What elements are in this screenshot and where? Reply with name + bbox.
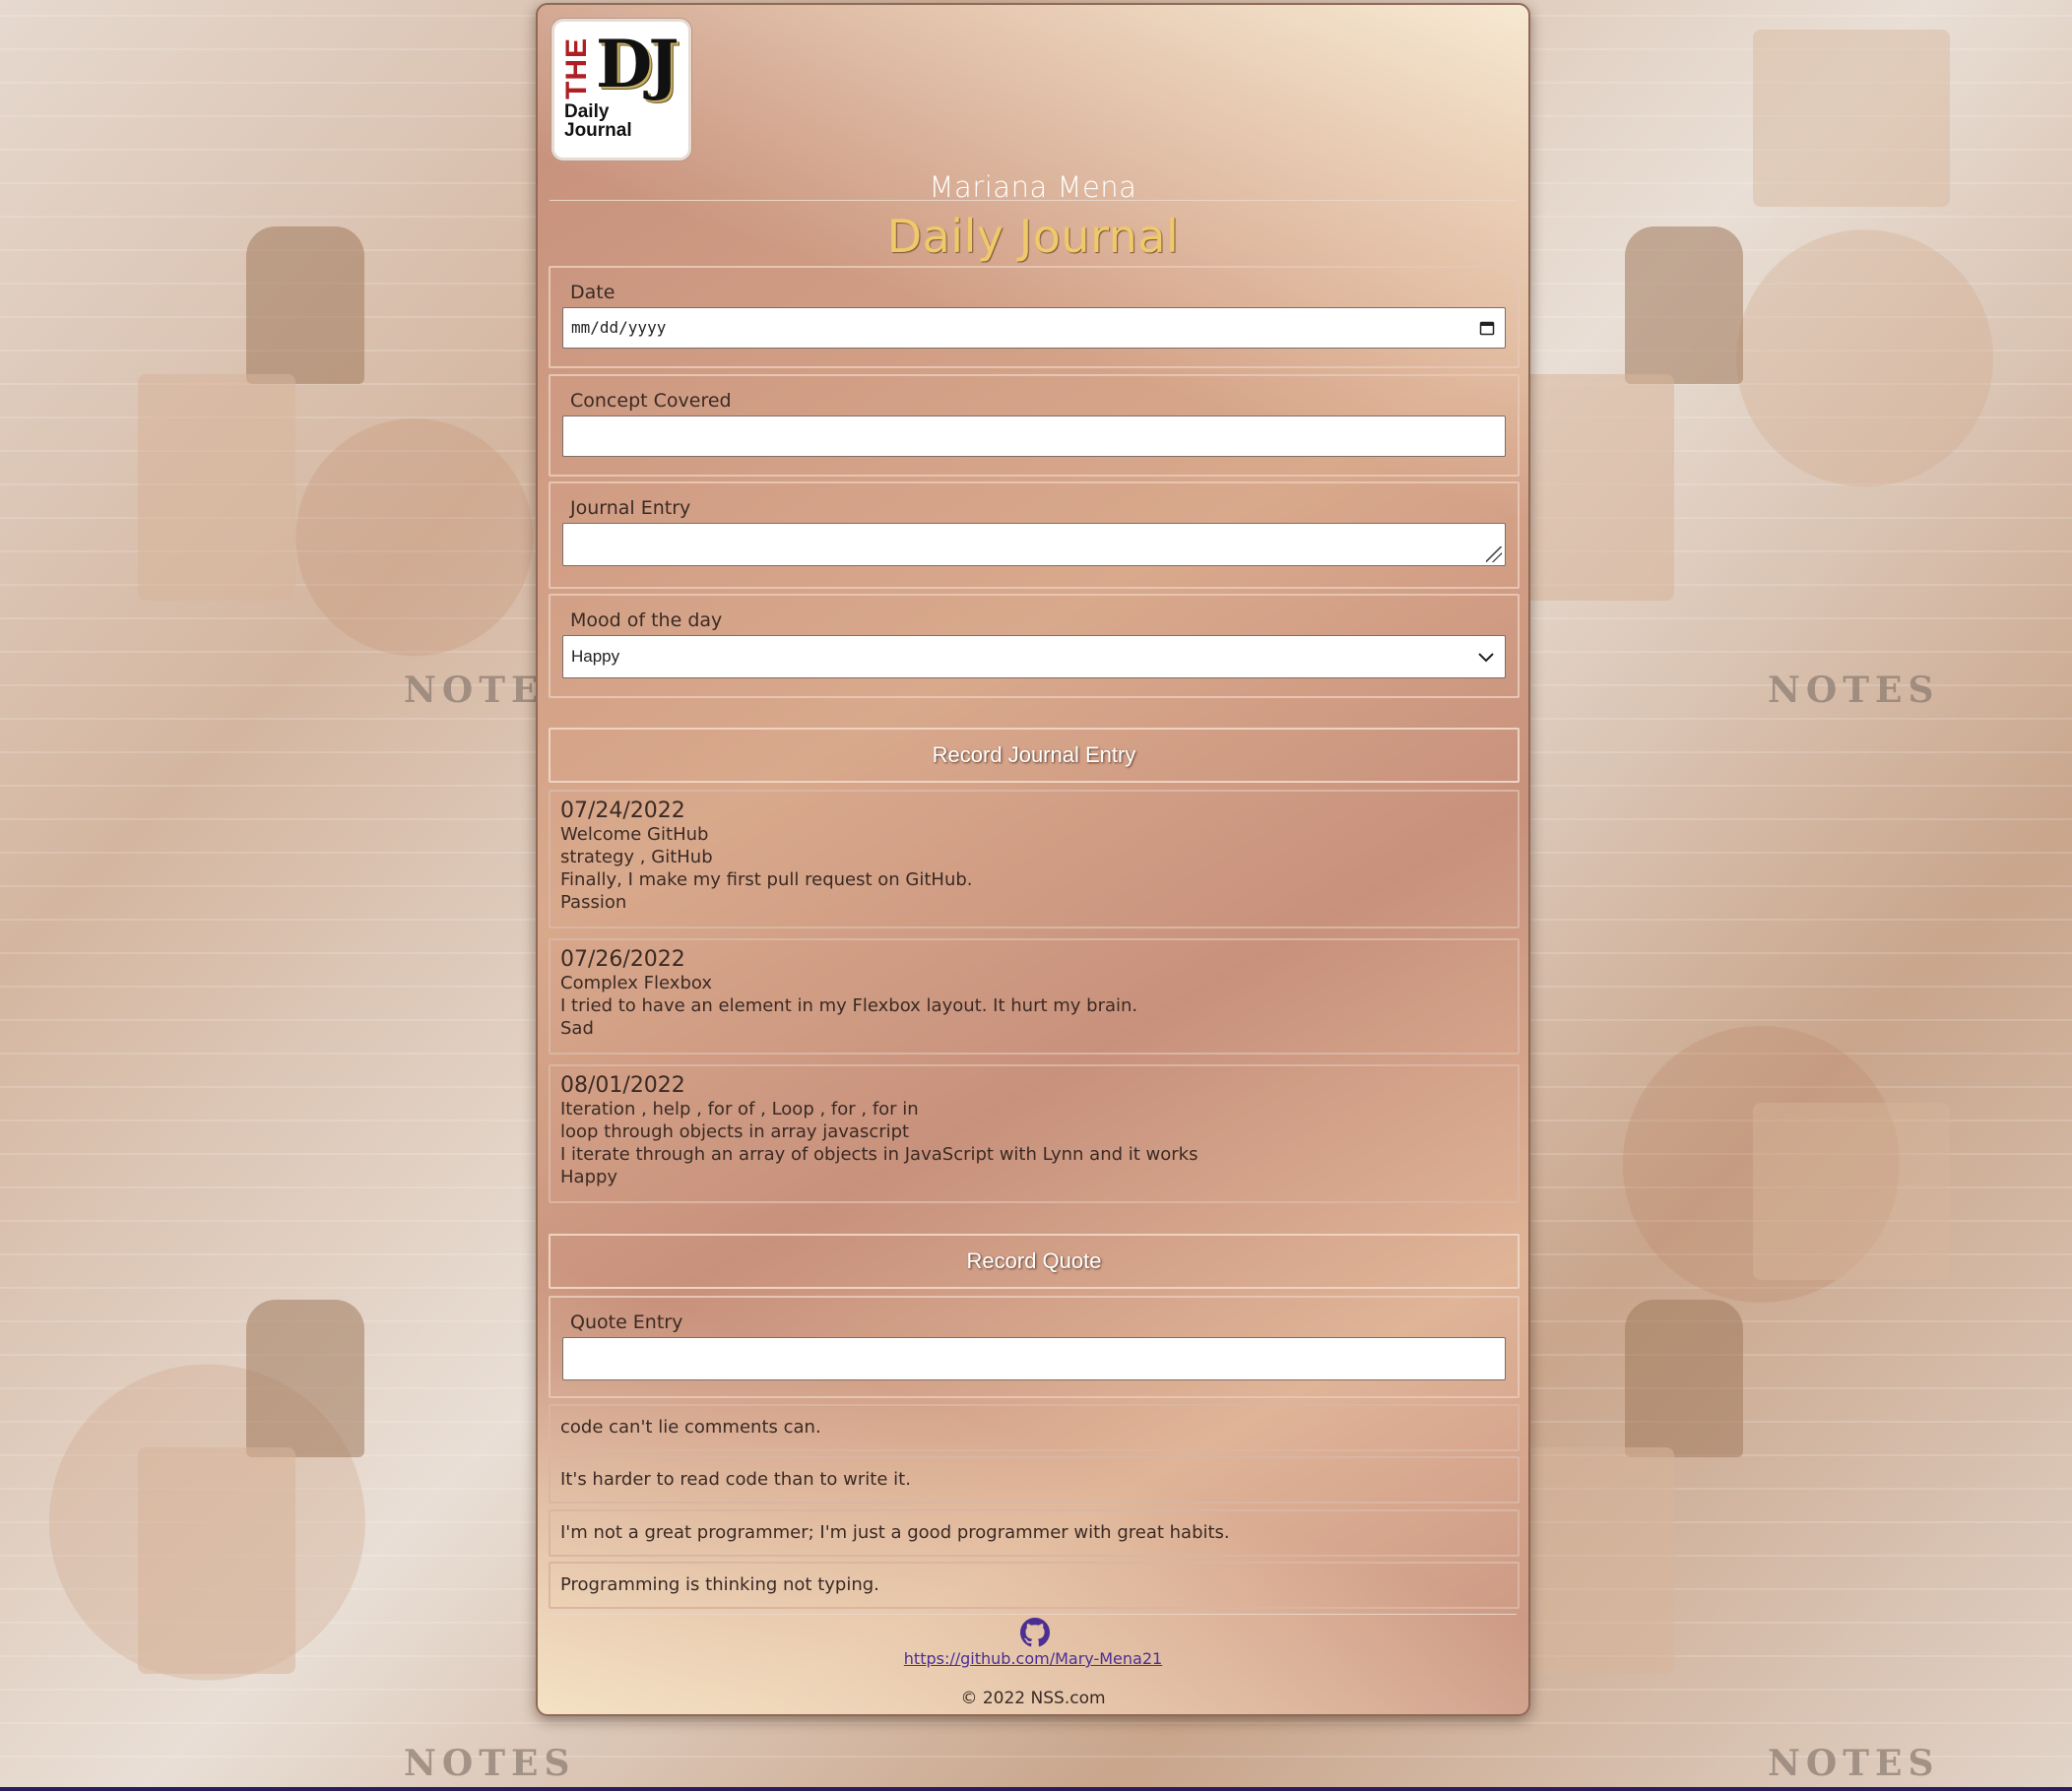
entry-date: 07/26/2022 bbox=[560, 947, 685, 972]
copyright-text: © 2022 NSS.com bbox=[960, 1689, 1106, 1708]
concept-label: Concept Covered bbox=[570, 390, 732, 412]
record-quote-button[interactable]: Record Quote bbox=[549, 1234, 1520, 1289]
quote-item: I'm not a great programmer; I'm just a g… bbox=[549, 1509, 1520, 1557]
background-clip-decoration bbox=[246, 226, 364, 384]
quote-input[interactable] bbox=[562, 1337, 1506, 1380]
github-icon[interactable] bbox=[1020, 1618, 1050, 1647]
date-placeholder: mm/dd/yyyy bbox=[571, 318, 667, 337]
background-envelope-decoration bbox=[1753, 1103, 1950, 1280]
background-paper-decoration bbox=[1517, 1447, 1674, 1674]
logo-subtitle: Daily Journal bbox=[564, 102, 632, 140]
calendar-icon[interactable] bbox=[1479, 308, 1495, 348]
daily-journal-logo: THE DJ Daily Journal bbox=[551, 19, 691, 160]
background-notes-decoration: NOTES bbox=[1768, 670, 1940, 711]
github-link[interactable]: https://github.com/Mary-Mena21 bbox=[538, 1649, 1528, 1668]
date-fieldset: Date mm/dd/yyyy bbox=[549, 266, 1520, 368]
entry-line: loop through objects in array javascript bbox=[560, 1121, 910, 1142]
concept-fieldset: Concept Covered bbox=[549, 374, 1520, 477]
record-journal-entry-button[interactable]: Record Journal Entry bbox=[549, 728, 1520, 783]
mood-label: Mood of the day bbox=[570, 609, 723, 631]
entry-line: Complex Flexbox bbox=[560, 973, 712, 993]
entry-line: Iteration , help , for of , Loop , for ,… bbox=[560, 1099, 919, 1119]
logo-the-text: THE bbox=[560, 37, 593, 99]
background-envelope-decoration bbox=[1753, 30, 1950, 207]
quote-item: code can't lie comments can. bbox=[549, 1404, 1520, 1451]
quote-fieldset: Quote Entry bbox=[549, 1296, 1520, 1398]
entry-date: 07/24/2022 bbox=[560, 799, 685, 823]
journal-card: THE DJ Daily Journal Mariana Mena Daily … bbox=[536, 3, 1530, 1716]
background-paper-decoration bbox=[138, 374, 295, 601]
journal-entry-card: 08/01/2022 Iteration , help , for of , L… bbox=[549, 1064, 1520, 1203]
background-notes-decoration: NOTES bbox=[1768, 1743, 1940, 1784]
entry-line: I tried to have an element in my Flexbox… bbox=[560, 995, 1138, 1016]
background-paper-decoration bbox=[138, 1447, 295, 1674]
journal-entry-card: 07/24/2022 Welcome GitHub strategy , Git… bbox=[549, 790, 1520, 928]
entry-line: strategy , GitHub bbox=[560, 847, 713, 867]
date-label: Date bbox=[570, 282, 615, 303]
entry-line: Finally, I make my first pull request on… bbox=[560, 869, 973, 890]
date-input[interactable]: mm/dd/yyyy bbox=[562, 307, 1506, 349]
bottom-edge-bar bbox=[0, 1787, 2072, 1791]
background-clip-decoration bbox=[1625, 226, 1743, 384]
logo-daily-text: Daily bbox=[564, 101, 610, 122]
entry-line: Happy bbox=[560, 1167, 618, 1187]
journal-entry-card: 07/26/2022 Complex Flexbox I tried to ha… bbox=[549, 938, 1520, 1055]
mood-fieldset: Mood of the day Happy bbox=[549, 594, 1520, 698]
quote-item: Programming is thinking not typing. bbox=[549, 1562, 1520, 1609]
quote-entry-label: Quote Entry bbox=[570, 1311, 683, 1333]
header-divider bbox=[550, 200, 1517, 201]
mood-select[interactable]: Happy bbox=[562, 635, 1506, 678]
concept-input[interactable] bbox=[562, 416, 1506, 457]
journal-entry-fieldset: Journal Entry bbox=[549, 481, 1520, 589]
resize-grip-icon[interactable] bbox=[1486, 546, 1502, 562]
background-clip-decoration bbox=[246, 1300, 364, 1457]
entry-date: 08/01/2022 bbox=[560, 1073, 685, 1098]
chevron-down-icon bbox=[1477, 636, 1495, 677]
footer-divider bbox=[550, 1614, 1517, 1615]
background-paper-decoration bbox=[1517, 374, 1674, 601]
background-clip-decoration bbox=[1625, 1300, 1743, 1457]
author-name: Mariana Mena bbox=[929, 170, 1137, 204]
mood-selected-value: Happy bbox=[571, 647, 620, 666]
logo-dj-text: DJ bbox=[596, 26, 679, 102]
logo-journal-text: Journal bbox=[564, 120, 632, 141]
background-notes-decoration: NOTES bbox=[404, 1743, 576, 1784]
journal-entry-label: Journal Entry bbox=[570, 497, 691, 519]
quote-item: It's harder to read code than to write i… bbox=[549, 1456, 1520, 1503]
entry-line: I iterate through an array of objects in… bbox=[560, 1144, 1198, 1165]
journal-entry-textarea[interactable] bbox=[562, 523, 1506, 566]
entry-line: Passion bbox=[560, 892, 627, 913]
page-title: Daily Journal bbox=[886, 210, 1180, 263]
entry-line: Welcome GitHub bbox=[560, 824, 709, 845]
entry-line: Sad bbox=[560, 1018, 594, 1039]
